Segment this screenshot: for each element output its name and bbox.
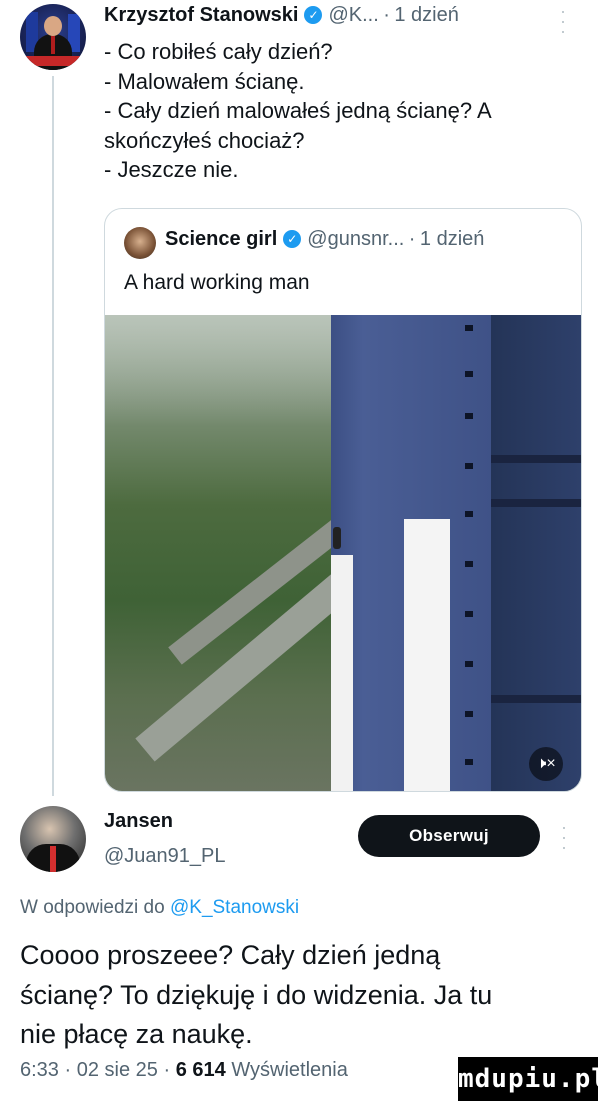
meta-separator: · (383, 4, 390, 26)
post-time[interactable]: 6:33 (20, 1059, 59, 1081)
painter-figure (333, 527, 341, 549)
painted-stripe (404, 519, 450, 791)
building-window (465, 511, 473, 517)
quoted-author-avatar[interactable] (124, 227, 156, 259)
building-window (465, 759, 473, 765)
thread-connector-line (52, 76, 54, 796)
post-date[interactable]: 02 sie 25 (77, 1059, 158, 1081)
building-ledge (491, 695, 581, 703)
building-ledge (491, 499, 581, 507)
views-label[interactable]: Wyświetlenia (231, 1059, 348, 1081)
quoted-video[interactable]: 🕨× (105, 315, 581, 791)
author-name[interactable]: Krzysztof Stanowski (104, 4, 298, 26)
building-window (465, 561, 473, 567)
reply-footer: 6:33 · 02 sie 25 · 6 614 Wyświetlenia (20, 1059, 348, 1082)
tweet-time[interactable]: 1 dzień (394, 4, 459, 26)
meta-separator: · (163, 1059, 171, 1081)
site-watermark: mdupiu.pl (458, 1057, 600, 1101)
building-window (465, 325, 473, 331)
reply-author-handle[interactable]: @Juan91_PL (104, 845, 226, 868)
city-skyline-haze (105, 315, 335, 425)
tweet-line: skończyłeś chociaż? (104, 127, 305, 153)
tweet-text: - Co robiłeś cały dzień? - Malowałem ści… (104, 37, 574, 185)
avatar-tie (51, 36, 55, 54)
tweet-line: - Cały dzień malowałeś jedną ścianę? A (104, 98, 492, 123)
reply-line: Coooo proszeee? Cały dzień jedną (20, 940, 441, 970)
adjacent-building (491, 315, 581, 791)
quoted-tweet-header: Science girl ✓ @gunsnr... · 1 dzień (165, 228, 484, 251)
verified-badge-icon: ✓ (304, 6, 323, 25)
quoted-tweet-text: A hard working man (124, 271, 310, 294)
replying-to: W odpowiedzi do @K_Stanowski (20, 897, 299, 919)
author-avatar[interactable] (20, 4, 86, 70)
quoted-tweet-time[interactable]: 1 dzień (420, 228, 485, 250)
reply-line: nie płacę za naukę. (20, 1019, 253, 1049)
building-window (465, 611, 473, 617)
building-ledge (491, 455, 581, 463)
follow-button[interactable]: Obserwuj (358, 815, 540, 857)
building-window (465, 661, 473, 667)
avatar-shirt-stripe (50, 846, 56, 872)
quoted-author-name[interactable]: Science girl (165, 228, 277, 250)
painted-stripe (331, 555, 353, 791)
replying-prefix: W odpowiedzi do (20, 897, 165, 918)
verified-badge-icon: ✓ (283, 230, 302, 249)
more-vertical-icon[interactable]: · · · (561, 818, 567, 856)
tweet-line: - Jeszcze nie. (104, 157, 239, 182)
tweet-line: - Malowałem ścianę. (104, 68, 305, 94)
quoted-author-handle[interactable]: @gunsnr... (307, 228, 404, 250)
author-handle[interactable]: @K... (328, 4, 378, 26)
avatar-head (44, 16, 62, 36)
reply-text: Coooo proszeee? Cały dzień jedną ścianę?… (20, 936, 580, 1055)
reply-line: ścianę? To dziękuję i do widzenia. Ja tu (20, 979, 493, 1010)
tweet-line: - Co robiłeś cały dzień? (104, 39, 333, 64)
volume-muted-icon[interactable]: 🕨× (529, 747, 563, 781)
building-window (465, 413, 473, 419)
more-vertical-icon[interactable]: · · · (560, 2, 566, 40)
tweet-header: Krzysztof Stanowski ✓ @K... · 1 dzień (104, 4, 459, 27)
building-window (465, 711, 473, 717)
reply-author-name[interactable]: Jansen (104, 810, 173, 833)
reply-author-avatar[interactable] (20, 806, 86, 872)
meta-separator: · (408, 228, 416, 250)
building-window (465, 463, 473, 469)
replying-to-link[interactable]: @K_Stanowski (170, 897, 299, 918)
quoted-tweet-card[interactable]: Science girl ✓ @gunsnr... · 1 dzień A hard… (104, 208, 582, 792)
building-window (465, 371, 473, 377)
views-count: 6 614 (175, 1059, 226, 1081)
avatar-banner (20, 56, 86, 66)
meta-separator: · (64, 1059, 72, 1081)
